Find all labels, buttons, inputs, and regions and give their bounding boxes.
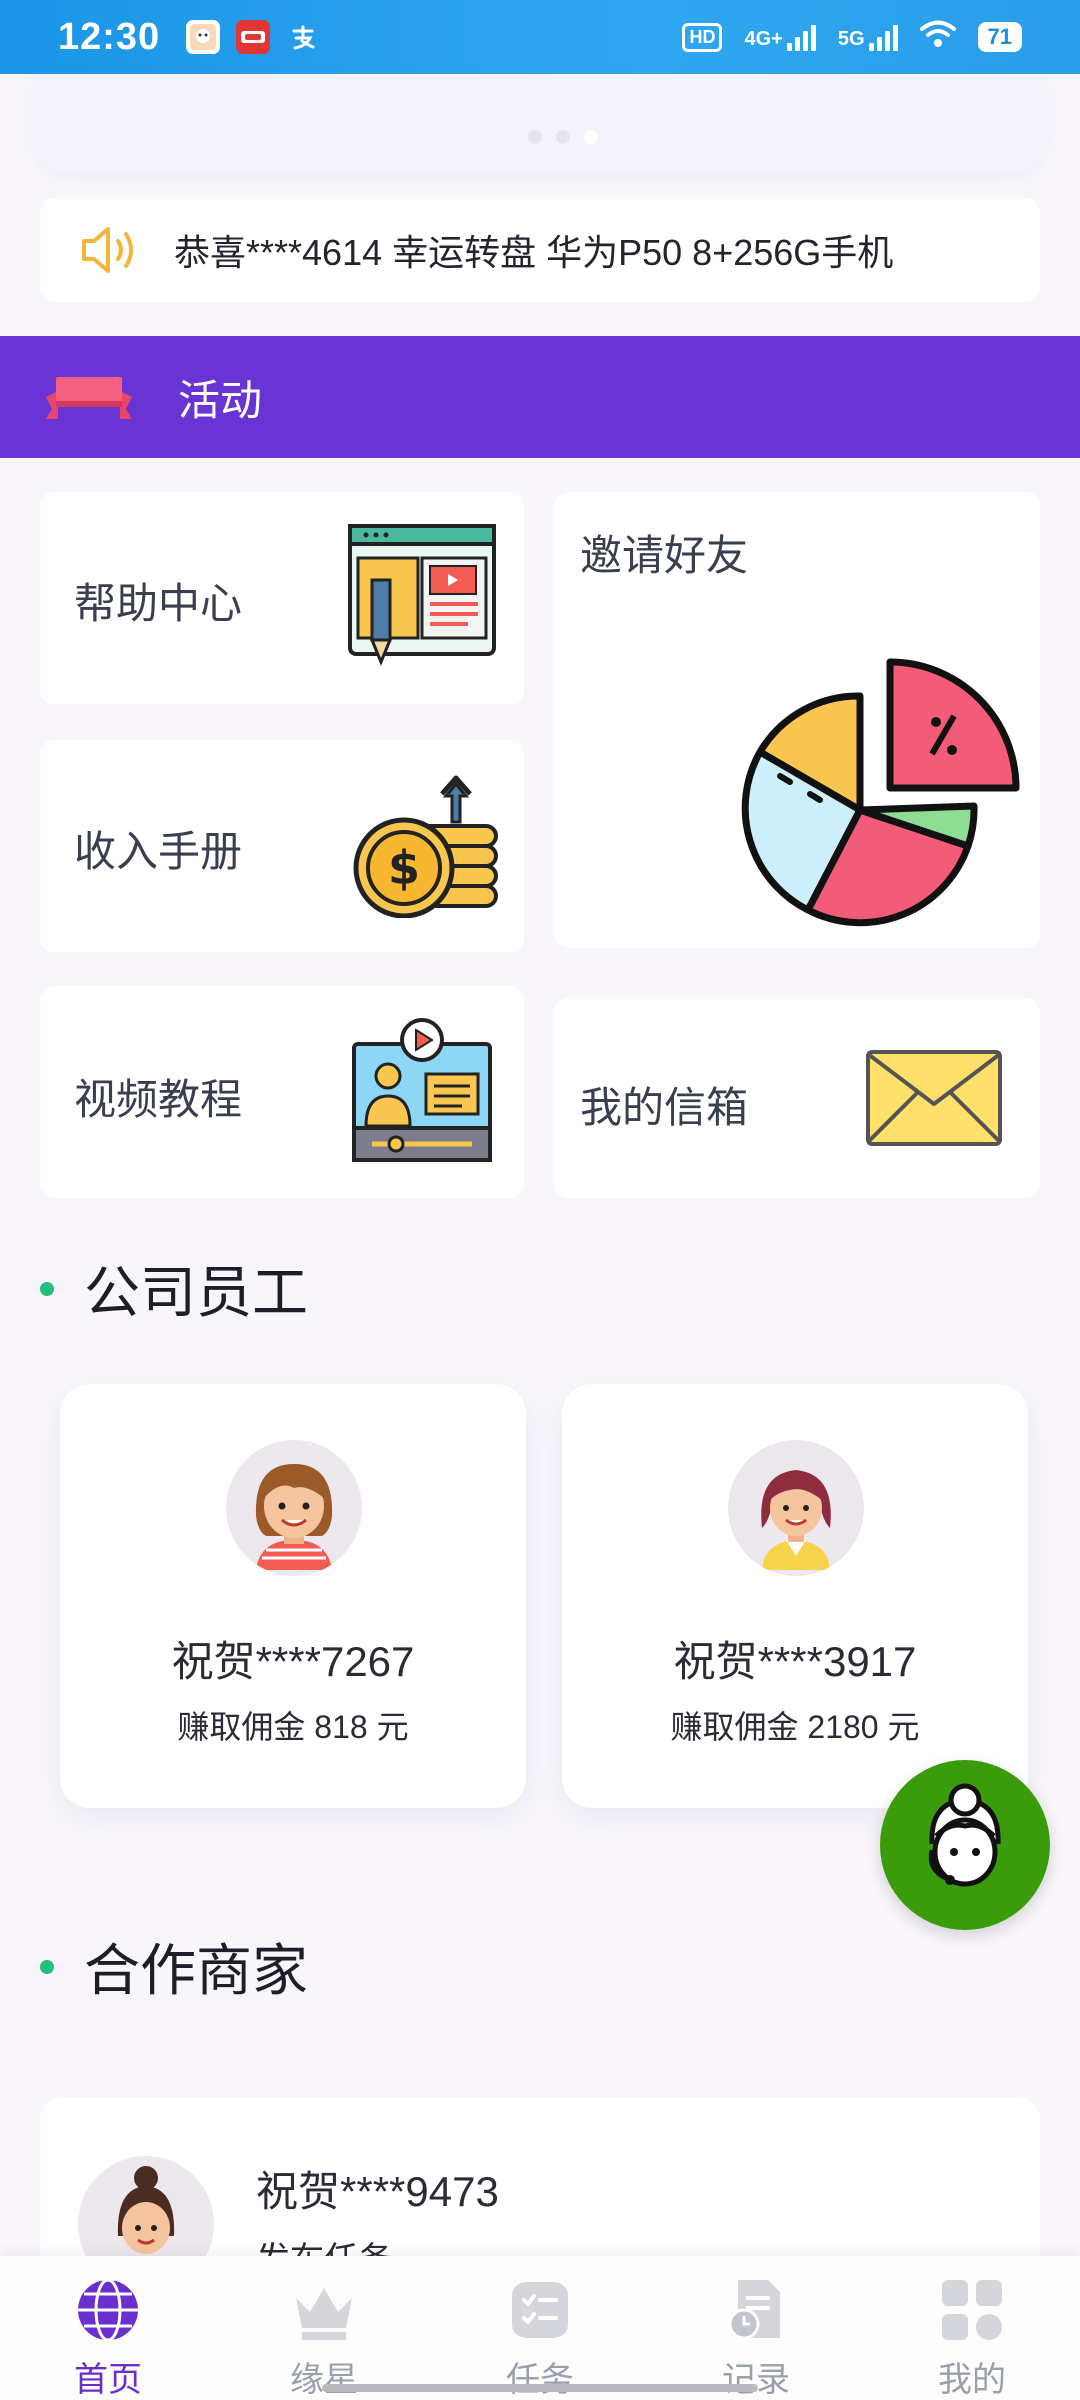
customer-service-icon <box>928 1783 1001 1887</box>
employees-section-title: 公司员工 <box>84 1261 308 1324</box>
nav-label: 记录 <box>722 2361 790 2399</box>
globe-icon <box>78 2278 138 2342</box>
girl-avatar-icon <box>255 1464 333 1570</box>
nav-item-tasks[interactable]: 任务 <box>432 2256 648 2400</box>
coins-icon: $ <box>353 775 498 918</box>
carousel-dot[interactable] <box>528 130 542 144</box>
nav-label: 任务 <box>506 2361 574 2399</box>
nav-label: 我的 <box>938 2361 1006 2399</box>
customer-service-button[interactable] <box>880 1760 1050 1930</box>
bottom-navigation: 首页 缘星 任务 记录 我的 <box>0 2256 1080 2400</box>
banner-carousel[interactable] <box>34 74 1046 172</box>
income-handbook-label: 收入手册 <box>74 828 243 875</box>
battery-indicator: 71 <box>977 22 1022 52</box>
my-mailbox-tile[interactable]: 我的信箱 <box>554 998 1040 1198</box>
carousel-dot-active[interactable] <box>584 130 598 144</box>
xiaohongshu-kids-icon <box>236 20 271 54</box>
woman-avatar-icon <box>761 1470 831 1570</box>
ribbon-icon <box>46 377 132 419</box>
record-icon <box>728 2280 780 2340</box>
video-tutorial-tile[interactable]: 视频教程 <box>40 986 524 1198</box>
crown-icon <box>296 2288 352 2340</box>
status-time: 12:30 <box>58 15 161 58</box>
notice-bar[interactable]: 恭喜****4614 幸运转盘 华为P50 8+256G手机 <box>40 198 1040 302</box>
section-dot <box>40 1959 54 1974</box>
speaker-icon <box>82 227 133 273</box>
signal-4g: 4G+ <box>744 23 816 51</box>
activity-title: 活动 <box>178 376 263 424</box>
video-lesson-icon <box>352 1018 492 1162</box>
pie-chart-icon <box>741 658 1020 927</box>
section-dot <box>40 1281 54 1296</box>
nav-label: 缘星 <box>290 2361 358 2399</box>
video-tutorial-label: 视频教程 <box>74 1076 243 1123</box>
avatar <box>728 1440 864 1576</box>
employee-commission: 赚取佣金 2180 元 <box>670 1709 920 1745</box>
help-center-label: 帮助中心 <box>74 580 243 627</box>
nav-item-yuanxing[interactable]: 缘星 <box>216 2256 432 2400</box>
status-bar: 12:30 HD 4G+ 5G 71 <box>0 0 1080 74</box>
avatar <box>226 1440 362 1576</box>
employees-section-header: 公司员工 <box>40 1248 308 1329</box>
nav-item-home[interactable]: 首页 <box>0 2256 216 2400</box>
partner-card[interactable]: 祝贺****9473 发布任务 <box>40 2098 1040 2292</box>
employee-card[interactable]: 祝贺****7267 赚取佣金 818 元 <box>60 1384 526 1808</box>
activity-header: 活动 <box>0 336 1080 458</box>
help-book-icon <box>348 524 496 666</box>
nav-item-records[interactable]: 记录 <box>648 2256 864 2400</box>
carousel-dot[interactable] <box>556 130 570 144</box>
task-list-icon <box>512 2282 568 2338</box>
my-mailbox-label: 我的信箱 <box>580 1084 749 1131</box>
svg-text:$: $ <box>388 841 420 895</box>
partner-name: 祝贺****9473 <box>256 2168 499 2215</box>
help-center-tile[interactable]: 帮助中心 <box>40 492 524 704</box>
invite-friends-tile[interactable]: 邀请好友 <box>554 492 1040 948</box>
partners-section-header: 合作商家 <box>40 1926 308 2007</box>
employee-card[interactable]: 祝贺****3917 赚取佣金 2180 元 <box>562 1384 1028 1808</box>
hd-voice-icon: HD <box>682 22 723 52</box>
alipay-icon <box>286 20 320 54</box>
nav-label: 首页 <box>74 2361 142 2399</box>
signal-5g: 5G <box>838 23 898 51</box>
employee-name: 祝贺****3917 <box>673 1638 917 1685</box>
xiaohongshu-icon <box>186 20 221 54</box>
employee-name: 祝贺****7267 <box>171 1638 415 1685</box>
invite-friends-label: 邀请好友 <box>580 532 749 579</box>
status-app-icons <box>186 20 320 54</box>
envelope-icon <box>866 1050 1002 1146</box>
wifi-icon <box>919 20 956 54</box>
grid-icon <box>942 2280 1002 2340</box>
income-handbook-tile[interactable]: 收入手册 $ <box>40 740 524 952</box>
carousel-dots <box>528 130 598 144</box>
nav-item-mine[interactable]: 我的 <box>864 2256 1080 2400</box>
partners-section-title: 合作商家 <box>84 1939 308 2002</box>
home-indicator[interactable] <box>322 2384 758 2392</box>
employee-commission: 赚取佣金 818 元 <box>177 1709 409 1745</box>
notice-text: 恭喜****4614 幸运转盘 华为P50 8+256G手机 <box>174 232 894 273</box>
